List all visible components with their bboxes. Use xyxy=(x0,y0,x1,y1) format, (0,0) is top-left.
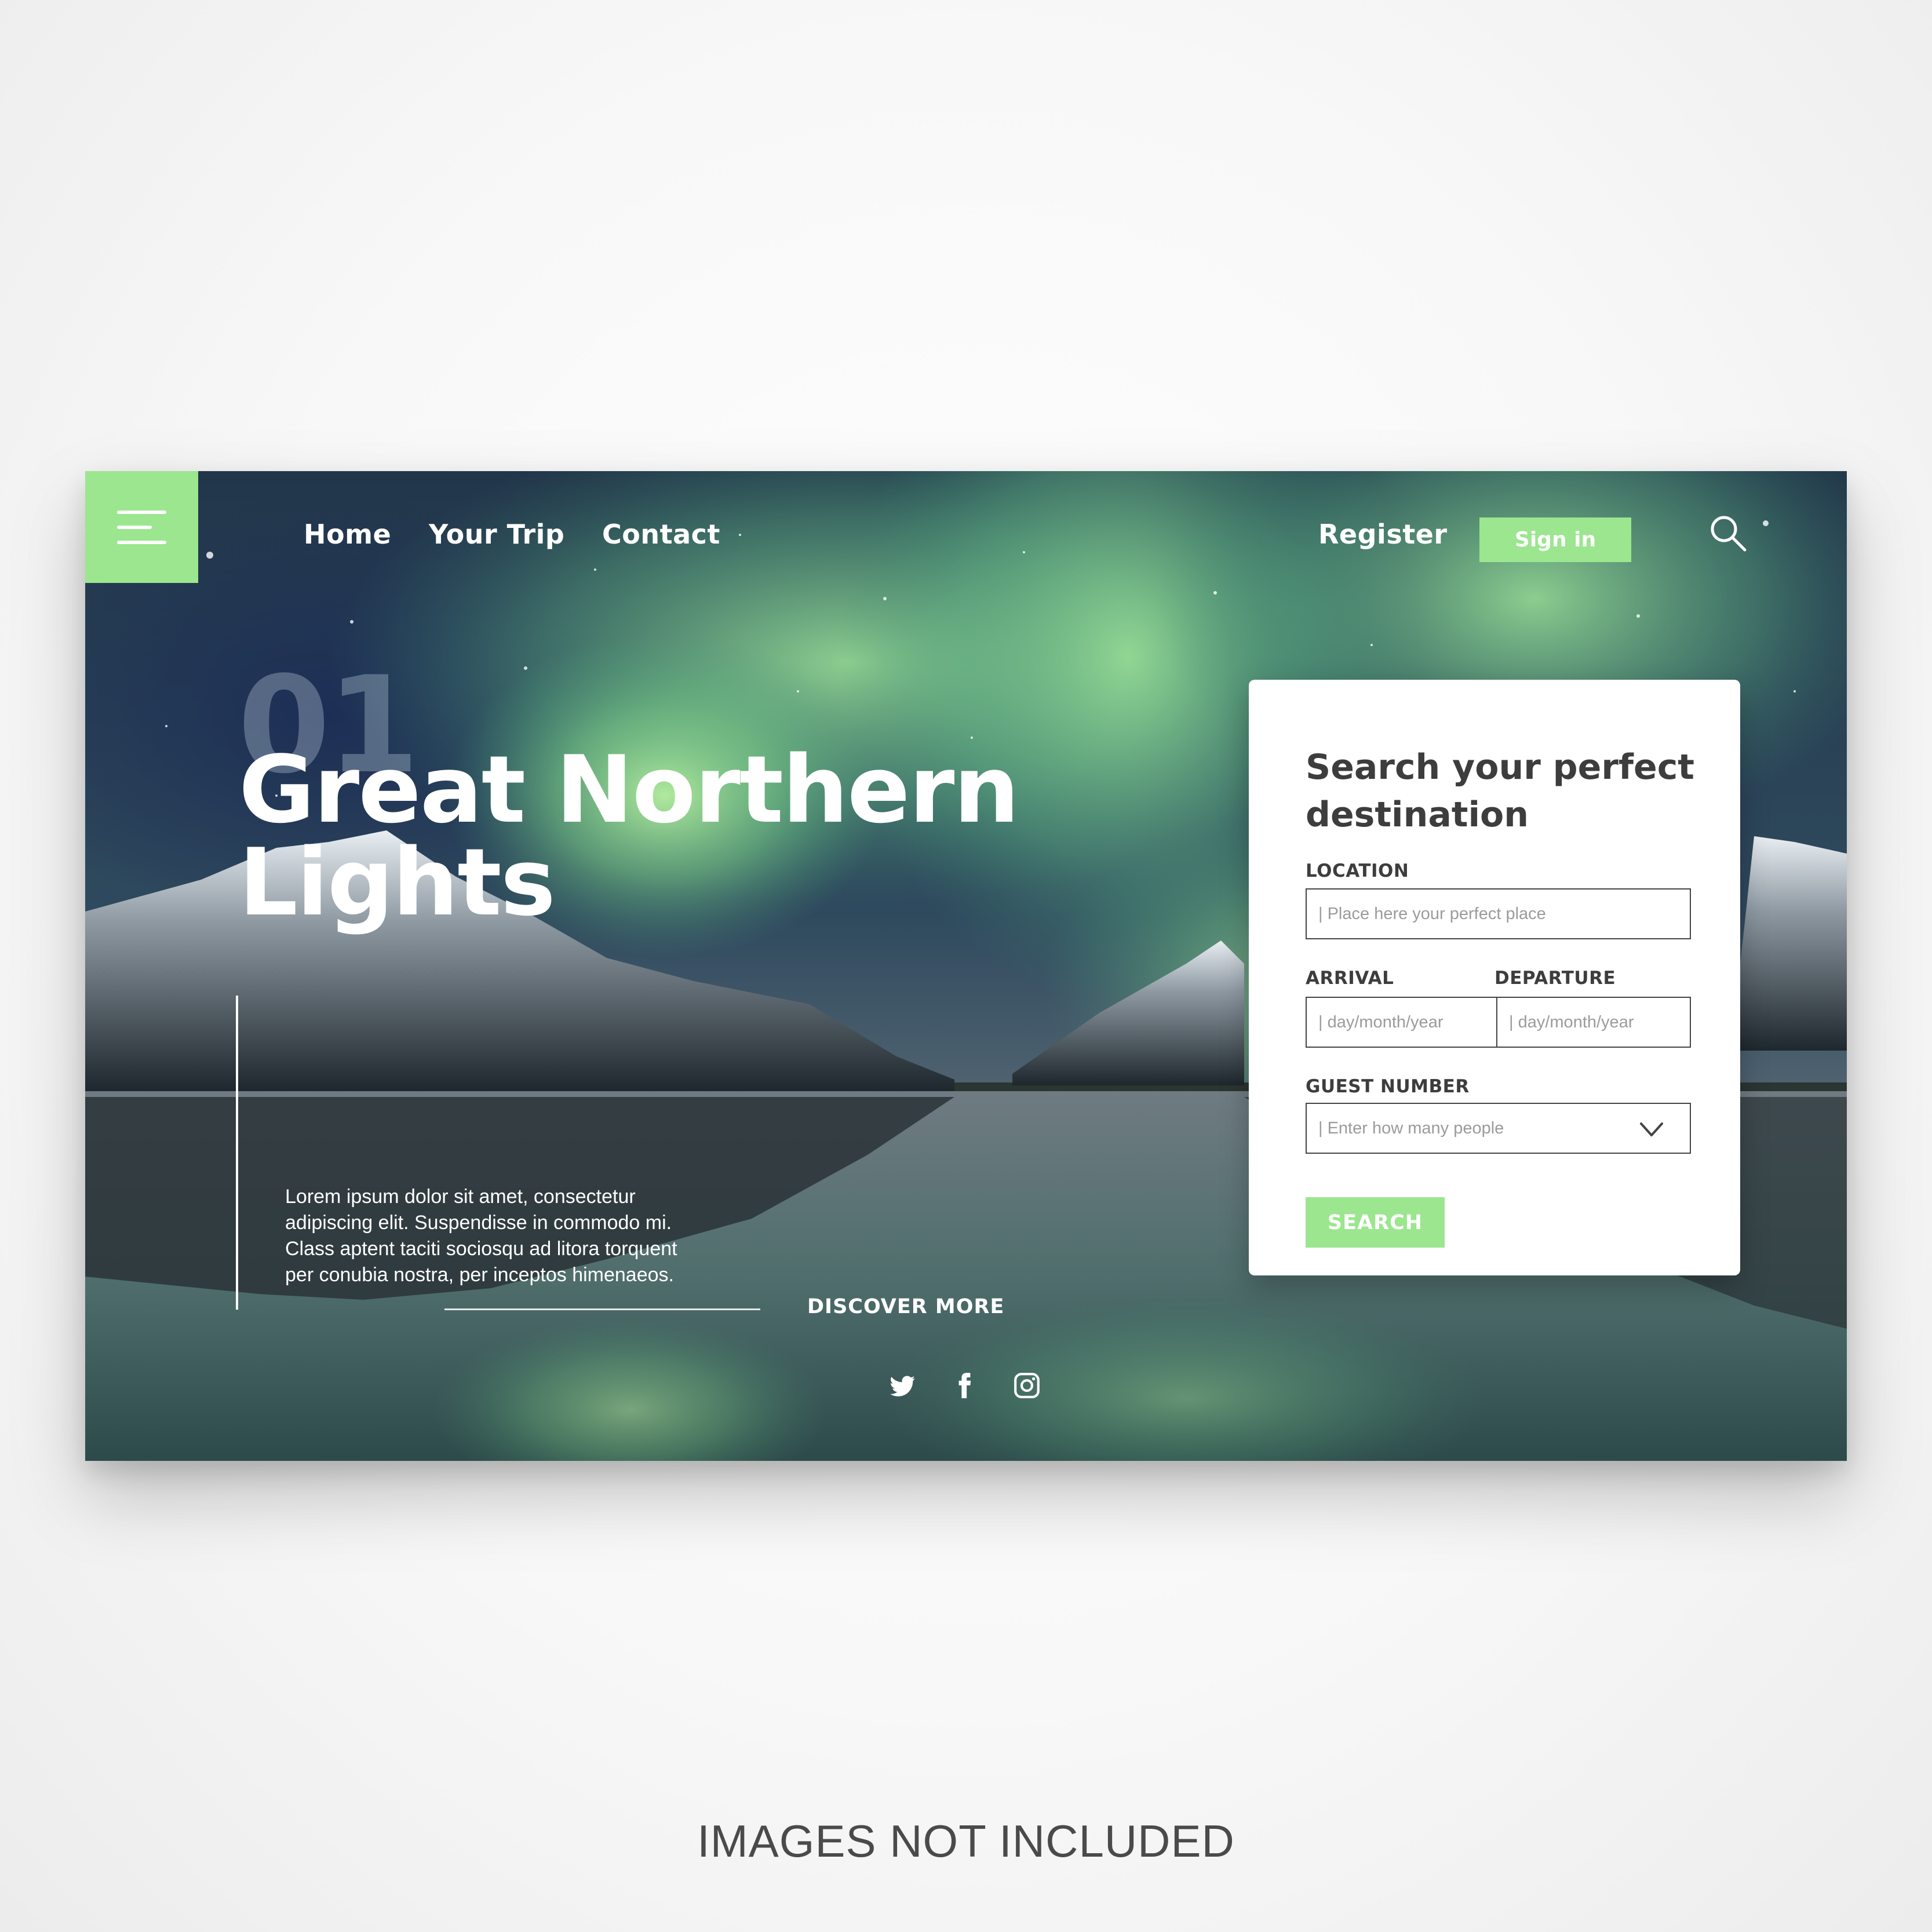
guest-number-label: GUEST NUMBER xyxy=(1306,1076,1470,1097)
nav-link-contact[interactable]: Contact xyxy=(602,519,720,550)
twitter-icon[interactable] xyxy=(888,1371,917,1400)
search-button[interactable]: SEARCH xyxy=(1306,1197,1445,1248)
location-label: LOCATION xyxy=(1306,861,1409,881)
guest-number-placeholder: | Enter how many people xyxy=(1318,1118,1504,1138)
facebook-icon[interactable] xyxy=(950,1371,979,1400)
nav-link-your-trip[interactable]: Your Trip xyxy=(429,519,564,550)
landing-page-mockup: Home Your Trip Contact Register Sign in … xyxy=(85,471,1847,1461)
sign-in-button[interactable]: Sign in xyxy=(1479,517,1631,562)
hero-description: Lorem ipsum dolor sit amet, consectetur … xyxy=(285,1186,677,1286)
chevron-down-icon xyxy=(1640,1122,1663,1136)
images-not-included-caption: IMAGES NOT INCLUDED xyxy=(697,1816,1235,1867)
guest-number-select[interactable]: | Enter how many people xyxy=(1306,1103,1691,1154)
departure-label: DEPARTURE xyxy=(1494,968,1616,989)
location-input[interactable]: | Place here your perfect place xyxy=(1306,888,1691,939)
menu-line-icon xyxy=(117,541,166,544)
discover-more-link[interactable]: DISCOVER MORE xyxy=(807,1295,1004,1318)
search-icon[interactable] xyxy=(1708,513,1748,553)
search-card-title: Search your perfect destination xyxy=(1306,747,1694,835)
arrival-date-input[interactable]: | day/month/year xyxy=(1306,997,1497,1048)
menu-line-icon xyxy=(117,511,166,514)
departure-date-input[interactable]: | day/month/year xyxy=(1496,997,1691,1048)
discover-divider xyxy=(444,1308,760,1310)
menu-line-icon xyxy=(117,526,152,529)
nav-link-home[interactable]: Home xyxy=(304,519,391,550)
hero-title: Great Northern Lights xyxy=(239,735,1019,936)
presentation-background: Home Your Trip Contact Register Sign in … xyxy=(0,0,1932,1932)
hero-divider xyxy=(236,996,238,1310)
arrival-label: ARRIVAL xyxy=(1306,968,1394,989)
menu-button[interactable] xyxy=(85,471,198,583)
instagram-icon[interactable] xyxy=(1012,1371,1041,1400)
search-form-card: Search your perfect destination LOCATION… xyxy=(1249,680,1740,1275)
register-link[interactable]: Register xyxy=(1318,519,1448,550)
